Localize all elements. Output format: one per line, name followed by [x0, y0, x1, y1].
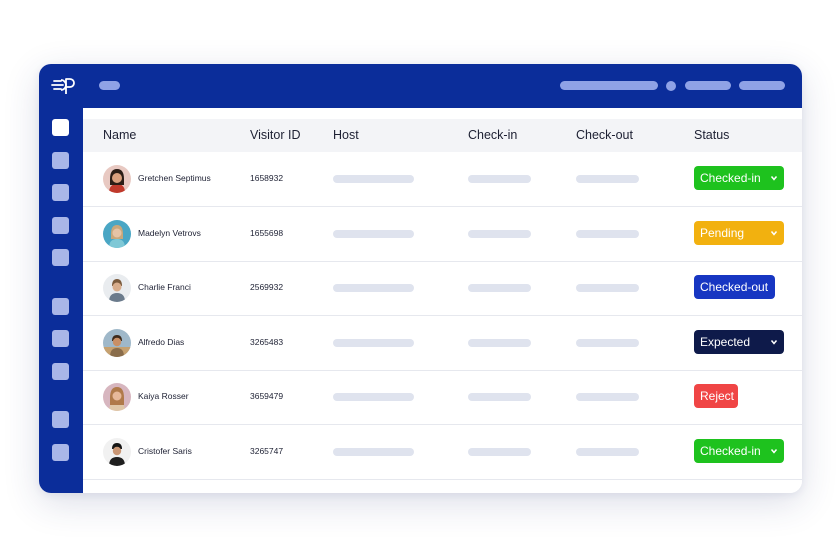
avatar: [103, 383, 131, 411]
status-badge[interactable]: Checked-out: [694, 275, 775, 299]
sidebar: [39, 108, 83, 493]
column-header-check-out[interactable]: Check-out: [576, 128, 633, 142]
sidebar-item-8[interactable]: [52, 363, 69, 380]
table-row[interactable]: Alfredo Dias 3265483 Expected: [83, 316, 802, 371]
check-out-placeholder: [576, 448, 639, 456]
check-in-placeholder: [468, 339, 531, 347]
avatar: [103, 438, 131, 466]
status-dropdown[interactable]: Pending: [694, 221, 784, 245]
check-in-placeholder: [468, 393, 531, 401]
sidebar-item-3[interactable]: [52, 184, 69, 201]
chevron-down-icon: [770, 231, 778, 236]
nav-placeholder[interactable]: [99, 81, 120, 90]
host-placeholder: [333, 448, 414, 456]
avatar: [103, 329, 131, 357]
top-nav-placeholder-1[interactable]: [560, 81, 658, 90]
table-row[interactable]: Cristofer Saris 3265747 Checked-in: [83, 425, 802, 480]
avatar: [103, 165, 131, 193]
brand-logo-icon[interactable]: [50, 74, 76, 96]
top-nav-dot[interactable]: [666, 81, 676, 91]
table-row[interactable]: Kaiya Rosser 3659479 Reject: [83, 370, 802, 425]
table-header: Name Visitor ID Host Check-in Check-out …: [83, 119, 802, 152]
visitor-name: Cristofer Saris: [138, 446, 192, 456]
host-placeholder: [333, 175, 414, 183]
visitor-name: Gretchen Septimus: [138, 173, 211, 183]
sidebar-item-5[interactable]: [52, 249, 69, 266]
visitor-id: 1655698: [250, 228, 284, 238]
status-badge[interactable]: Reject: [694, 384, 738, 408]
check-out-placeholder: [576, 230, 639, 238]
top-bar: [39, 64, 802, 108]
visitor-id: 3265747: [250, 446, 284, 456]
sidebar-item-1[interactable]: [52, 119, 69, 136]
check-in-placeholder: [468, 230, 531, 238]
visitor-id: 1658932: [250, 173, 284, 183]
avatar: [103, 274, 131, 302]
host-placeholder: [333, 339, 414, 347]
visitor-id: 2569932: [250, 282, 284, 292]
column-header-name[interactable]: Name: [103, 128, 136, 142]
sidebar-item-2[interactable]: [52, 152, 69, 169]
status-label: Reject: [700, 389, 735, 403]
column-header-host[interactable]: Host: [333, 128, 359, 142]
status-dropdown[interactable]: Checked-in: [694, 439, 784, 463]
check-in-placeholder: [468, 284, 531, 292]
table-row[interactable]: Madelyn Vetrovs 1655698 Pending: [83, 207, 802, 262]
visitors-table: Name Visitor ID Host Check-in Check-out …: [83, 108, 802, 493]
column-header-visitor-id[interactable]: Visitor ID: [250, 128, 300, 142]
sidebar-item-7[interactable]: [52, 330, 69, 347]
check-out-placeholder: [576, 393, 639, 401]
status-label: Checked-out: [700, 280, 769, 294]
host-placeholder: [333, 230, 414, 238]
sidebar-item-9[interactable]: [52, 411, 69, 428]
table-row[interactable]: Gretchen Septimus 1658932 Checked-in: [83, 152, 802, 207]
check-in-placeholder: [468, 175, 531, 183]
table-row[interactable]: Charlie Franci 2569932 Checked-out: [83, 261, 802, 316]
status-label: Checked-in: [700, 171, 761, 185]
visitor-name: Charlie Franci: [138, 282, 191, 292]
status-dropdown[interactable]: Expected: [694, 330, 784, 354]
visitor-name: Madelyn Vetrovs: [138, 228, 201, 238]
host-placeholder: [333, 393, 414, 401]
avatar: [103, 220, 131, 248]
status-dropdown[interactable]: Checked-in: [694, 166, 784, 190]
column-header-status[interactable]: Status: [694, 128, 729, 142]
check-in-placeholder: [468, 448, 531, 456]
top-nav-placeholder-2[interactable]: [685, 81, 731, 90]
sidebar-item-4[interactable]: [52, 217, 69, 234]
check-out-placeholder: [576, 284, 639, 292]
visitor-name: Alfredo Dias: [138, 337, 185, 347]
visitor-id: 3659479: [250, 391, 284, 401]
visitor-id: 3265483: [250, 337, 284, 347]
chevron-down-icon: [770, 449, 778, 454]
check-out-placeholder: [576, 339, 639, 347]
sidebar-item-10[interactable]: [52, 444, 69, 461]
visitor-name: Kaiya Rosser: [138, 391, 189, 401]
chevron-down-icon: [770, 176, 778, 181]
app-window: Name Visitor ID Host Check-in Check-out …: [39, 64, 802, 493]
status-label: Expected: [700, 335, 751, 349]
status-label: Pending: [700, 226, 745, 240]
sidebar-item-6[interactable]: [52, 298, 69, 315]
check-out-placeholder: [576, 175, 639, 183]
host-placeholder: [333, 284, 414, 292]
top-nav-placeholder-3[interactable]: [739, 81, 785, 90]
status-label: Checked-in: [700, 444, 761, 458]
chevron-down-icon: [770, 340, 778, 345]
column-header-check-in[interactable]: Check-in: [468, 128, 517, 142]
